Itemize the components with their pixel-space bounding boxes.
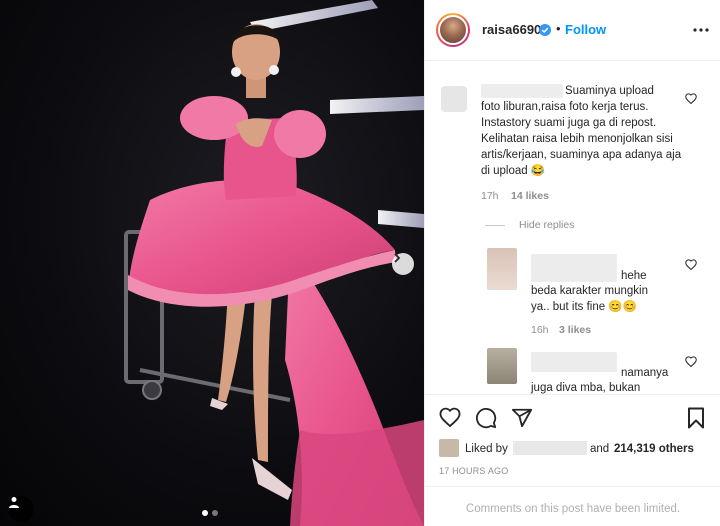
- reply-text: namanya: [621, 367, 669, 379]
- and-label: and: [590, 443, 610, 455]
- save-bookmark-icon[interactable]: [687, 407, 705, 429]
- verified-badge-icon: [539, 24, 551, 36]
- separator-bullet: •: [556, 21, 561, 36]
- comment-text: Suaminya upload: [565, 85, 654, 97]
- comments-list[interactable]: Suaminya upload foto liburan,raisa foto …: [425, 62, 720, 394]
- follow-button[interactable]: Follow: [565, 22, 606, 37]
- post-details-panel: raisa6690 • Follow Suaminya upload foto …: [424, 0, 720, 526]
- comment-likes[interactable]: 14 likes: [511, 190, 549, 202]
- more-options-icon[interactable]: [693, 28, 709, 32]
- like-reply-heart-icon[interactable]: [685, 356, 697, 367]
- post-timestamp[interactable]: 17 HOURS AGO: [439, 466, 508, 476]
- comments-limited-notice: Comments on this post have been limited.: [465, 502, 681, 515]
- like-heart-icon[interactable]: [439, 407, 461, 427]
- hide-replies-button[interactable]: Hide replies: [519, 219, 574, 231]
- avatar[interactable]: [487, 348, 517, 384]
- comment-footer: Comments on this post have been limited.: [425, 486, 720, 526]
- like-comment-heart-icon[interactable]: [685, 93, 697, 104]
- carousel-dots: [202, 510, 218, 516]
- avatar[interactable]: [436, 13, 470, 47]
- avatar[interactable]: [439, 439, 459, 457]
- tagged-users-button[interactable]: [8, 496, 34, 522]
- liked-by-username-redacted[interactable]: [513, 441, 587, 455]
- like-reply-heart-icon[interactable]: [685, 259, 697, 270]
- reply-username-redacted[interactable]: [531, 352, 617, 372]
- user-icon: [9, 497, 19, 508]
- reply-username-redacted[interactable]: [531, 254, 617, 282]
- post-header: raisa6690 • Follow: [425, 0, 720, 61]
- chevron-right-icon: [394, 253, 401, 263]
- comment-time[interactable]: 17h: [481, 190, 499, 202]
- comment-username-redacted[interactable]: [481, 84, 563, 98]
- reply-time[interactable]: 16h: [531, 324, 549, 336]
- share-paper-plane-icon[interactable]: [511, 407, 533, 429]
- comment-text: foto liburan,raisa foto kerja terus. Ins…: [481, 101, 682, 177]
- divider-line: [485, 225, 505, 226]
- carousel-dot: [212, 510, 218, 516]
- comment-bubble-icon[interactable]: [475, 407, 497, 429]
- reply-likes[interactable]: 3 likes: [559, 324, 591, 336]
- post-actions: Liked by and 214,319 others 17 HOURS AGO: [425, 394, 720, 494]
- post-photo[interactable]: [0, 0, 424, 526]
- likes-count-link[interactable]: 214,319 others: [614, 443, 694, 455]
- carousel-dot-active: [202, 510, 208, 516]
- carousel-next-button[interactable]: [392, 253, 414, 275]
- username-link[interactable]: raisa6690: [482, 22, 541, 37]
- avatar[interactable]: [441, 86, 467, 112]
- reply-text: beda karakter mungkin ya.. but its fine …: [531, 285, 648, 313]
- avatar[interactable]: [487, 248, 517, 290]
- reply-text: hehe: [621, 270, 647, 282]
- photo-illustration: [124, 0, 424, 526]
- liked-by-label: Liked by: [465, 443, 508, 455]
- reply-text: juga diva mba, bukan: [531, 382, 641, 394]
